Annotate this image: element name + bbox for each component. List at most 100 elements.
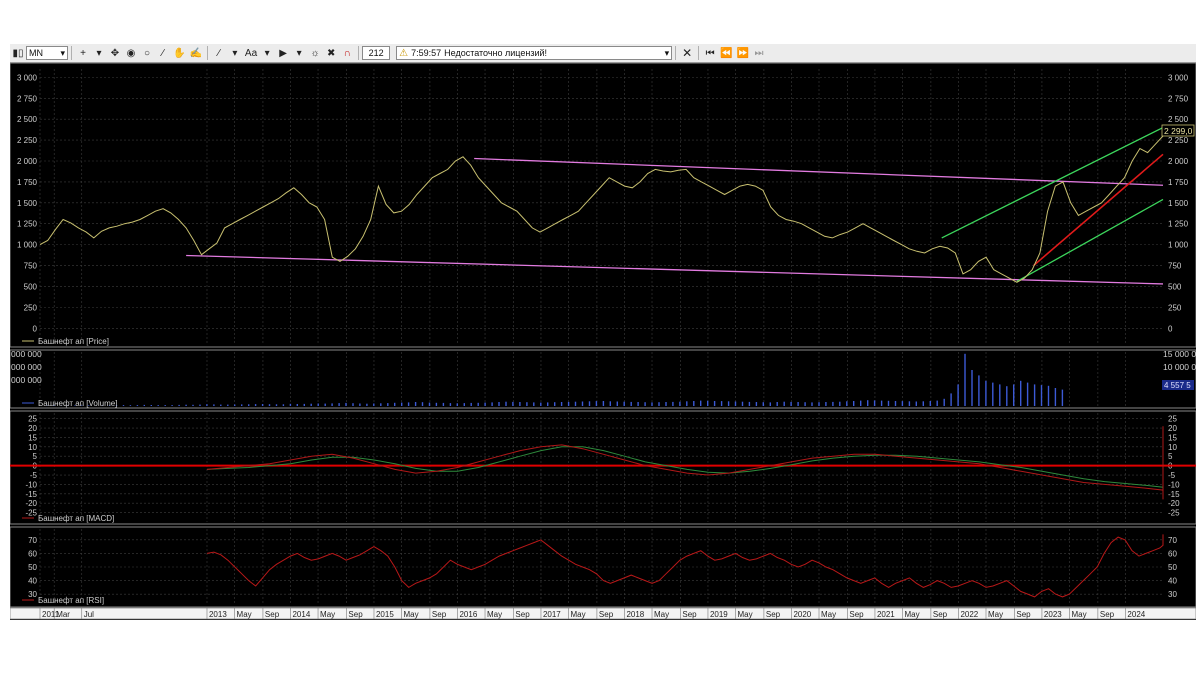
volume-bar-62	[470, 402, 472, 406]
volume-bar-56	[428, 402, 431, 406]
chevron-down-icon[interactable]: ▾	[227, 45, 243, 61]
volume-bar-19	[171, 405, 173, 406]
price-right-tick-5: 1 250	[1168, 220, 1189, 229]
prev-icon[interactable]: ⏪	[718, 45, 734, 61]
line-tool-icon[interactable]: ∕	[211, 45, 227, 61]
volume-bar-31	[254, 404, 257, 406]
macd-right-tick-1: -20	[1168, 499, 1180, 508]
chart-type-icon[interactable]: ▮▯	[10, 45, 26, 61]
volume-bar-147	[1061, 389, 1064, 406]
volume-bar-144	[1040, 385, 1043, 406]
time-tick-label-4: May	[237, 610, 252, 619]
pan-icon[interactable]: ✍	[187, 45, 203, 61]
volume-bar-36	[289, 403, 292, 406]
hand-icon[interactable]: ✋	[171, 45, 187, 61]
move-icon[interactable]: ✥	[107, 45, 123, 61]
volume-bar-98	[720, 401, 723, 406]
text-tool-icon[interactable]: Aa	[243, 45, 259, 61]
ruler-icon[interactable]: ∕	[155, 45, 171, 61]
macd-right-tick-6: 5	[1168, 452, 1173, 461]
volume-bar-131	[950, 393, 952, 406]
timeframe-select[interactable]: MN ▾	[26, 46, 68, 60]
volume-legend: Башнефт ап [Volume]	[38, 399, 117, 408]
price-left-tick-12: 3 000	[17, 73, 38, 82]
macd-right-tick-7: 10	[1168, 443, 1177, 452]
volume-bar-129	[936, 400, 938, 406]
price-left-tick-5: 1 250	[17, 220, 38, 229]
next-icon[interactable]: ⏩	[735, 45, 751, 61]
timeframe-value: MN	[29, 48, 43, 58]
hide-icon[interactable]: ✖	[323, 45, 339, 61]
rsi-left-tick-3: 60	[28, 549, 37, 558]
last-volume-label: 4 557 5	[1164, 381, 1191, 390]
time-tick-label-36: 2024	[1127, 610, 1145, 619]
price-left-tick-3: 750	[24, 262, 38, 271]
volume-bar-66	[498, 402, 500, 406]
volume-bar-12	[122, 405, 125, 406]
volume-bar-141	[1020, 380, 1022, 406]
status-box[interactable]: ⚠ 7:59:57 Недостаточно лицензий! ▾	[396, 46, 673, 60]
chevron-down-icon[interactable]: ▾	[259, 45, 275, 61]
crosshair-icon[interactable]: +	[75, 45, 91, 61]
macd-right-tick-8: 15	[1168, 433, 1177, 442]
macd-left-tick-10: 25	[28, 415, 37, 424]
volume-bar-20	[178, 404, 180, 406]
bar-count-field[interactable]: 212	[362, 46, 391, 60]
volume-bar-135	[978, 375, 980, 406]
trading-terminal-window: ▮▯ MN ▾ + ▾ ✥ ◉ ○ ∕ ✋ ✍ ∕ ▾ Aa ▾ ▶ ▾ ☼ ✖…	[10, 44, 1196, 620]
volume-bar-21	[185, 404, 187, 406]
volume-bar-15	[143, 404, 145, 406]
volume-bar-70	[526, 402, 528, 406]
toolbar-separator	[71, 46, 72, 60]
price-right-tick-10: 2 500	[1168, 115, 1189, 124]
volume-bar-108	[790, 401, 792, 406]
volume-bar-107	[783, 401, 785, 406]
last-icon[interactable]: ⏭	[751, 45, 767, 61]
time-tick-label-31: May	[988, 610, 1003, 619]
volume-bar-65	[491, 402, 493, 406]
rsi-panel[interactable]: 30 40 50 60 70 30 40 50 60 70 Башнефт ап [RSI]	[10, 526, 1196, 608]
price-panel[interactable]: 0 250 500 750 1 000 1 250 1 500 1 750 2 000 2 250…	[10, 63, 1196, 348]
price-left-tick-1: 250	[24, 303, 38, 312]
volume-bar-75	[560, 402, 563, 406]
time-tick-label-19: May	[654, 610, 669, 619]
time-tick-label-18: 2018	[626, 610, 644, 619]
eye-icon[interactable]: ☼	[307, 45, 323, 61]
toolbar-separator	[206, 46, 208, 60]
chart-area[interactable]: 02505007501 0001 2501 5001 7502 0002 250…	[10, 63, 1196, 620]
macd-left-tick-6: 5	[33, 452, 38, 461]
price-left-tick-10: 2 500	[17, 115, 38, 124]
price-left-tick-7: 1 750	[17, 178, 38, 187]
status-message: Недостаточно лицензий!	[444, 48, 548, 58]
volume-bar-99	[727, 401, 730, 406]
volume-bar-44	[345, 402, 347, 406]
macd-left-tick-1: -20	[25, 499, 37, 508]
time-tick-label-12: 2016	[459, 610, 477, 619]
time-tick-label-6: 2014	[292, 610, 310, 619]
volume-bar-55	[421, 402, 424, 406]
price-right-tick-12: 3 000	[1168, 73, 1189, 82]
price-left-tick-8: 2 000	[17, 157, 38, 166]
time-tick-label-11: Sep	[432, 610, 447, 619]
volume-bar-115	[839, 401, 841, 406]
time-axis[interactable]: 2011Mar Jul 2013 May Sep 2014 May Sep 2015 May Sep…	[10, 607, 1196, 620]
volume-bar-127	[922, 401, 924, 406]
macd-panel[interactable]: -25-20-15-10-50510152025 -25-20-15-10-50…	[10, 410, 1196, 525]
price-right-tick-7: 1 750	[1168, 178, 1189, 187]
time-tick-label-9: 2015	[376, 610, 394, 619]
time-tick-label-13: May	[487, 610, 502, 619]
volume-bar-49	[380, 403, 382, 406]
first-icon[interactable]: ⏮	[702, 45, 718, 61]
zoom-icon[interactable]: ▶	[275, 45, 291, 61]
time-tick-label-35: Sep	[1100, 610, 1115, 619]
price-right-tick-9: 2 250	[1168, 136, 1189, 145]
time-tick-label-3: 2013	[209, 610, 227, 619]
close-icon[interactable]: ✕	[679, 45, 695, 61]
target-icon[interactable]: ◉	[123, 45, 139, 61]
magnet-icon[interactable]: ∩	[339, 45, 355, 61]
circle-icon[interactable]: ○	[139, 45, 155, 61]
chevron-down-icon[interactable]: ▾	[91, 45, 107, 61]
chevron-down-icon[interactable]: ▾	[291, 45, 307, 61]
volume-bar-105	[769, 402, 771, 406]
volume-panel[interactable]: 000 000 000 000 000 000 15 000 000 10 00…	[10, 349, 1196, 409]
